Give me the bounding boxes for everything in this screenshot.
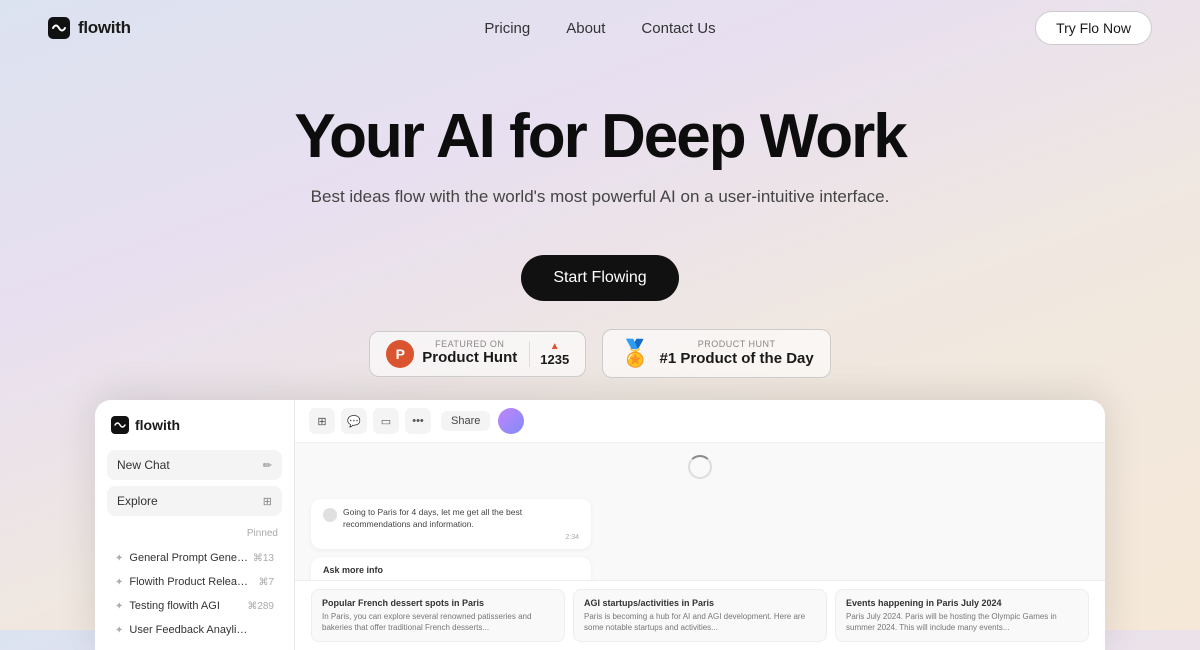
nav-links: Pricing About Contact Us (484, 20, 715, 37)
star-icon-1: ✦ (115, 577, 123, 588)
chat-bubble-user: Going to Paris for 4 days, let me get al… (311, 499, 591, 549)
app-main: ⊞ 💬 ▭ ••• Share Going to Paris for 4 day… (295, 400, 1105, 650)
product-hunt-badge[interactable]: P FEATURED ON Product Hunt ▲ 1235 (369, 331, 586, 377)
nav-pricing[interactable]: Pricing (484, 20, 530, 37)
bottom-card-2[interactable]: Events happening in Paris July 2024 Pari… (835, 589, 1089, 642)
hero-subtitle: Best ideas flow with the world's most po… (0, 187, 1200, 207)
bottom-cards: Popular French dessert spots in Paris In… (295, 580, 1105, 650)
chat-bubble-row-1: Going to Paris for 4 days, let me get al… (323, 507, 579, 541)
sidebar-item-count-0: ⌘13 (253, 553, 274, 564)
chat-bubble-content-1: Going to Paris for 4 days, let me get al… (343, 507, 579, 541)
sidebar-logo-text: flowith (135, 417, 180, 433)
sidebar-item-1[interactable]: ✦ Flowith Product Release Note... ⌘7 (107, 571, 282, 593)
product-hunt-name: Product Hunt (422, 350, 517, 367)
hero-title: Your AI for Deep Work (0, 104, 1200, 169)
badges-row: P FEATURED ON Product Hunt ▲ 1235 🏅 PROD… (0, 329, 1200, 378)
sidebar-item-left-0: ✦ General Prompt Generator (115, 552, 249, 564)
product-of-day-title: #1 Product of the Day (660, 350, 814, 368)
product-of-day-text: PRODUCT HUNT #1 Product of the Day (660, 339, 814, 368)
logo[interactable]: flowith (48, 17, 131, 39)
toolbar-grid-btn[interactable]: ⊞ (309, 408, 335, 434)
product-hunt-text: FEATURED ON Product Hunt (422, 340, 517, 366)
toolbar-chat-btn[interactable]: 💬 (341, 408, 367, 434)
sidebar-item-count-2: ⌘289 (247, 601, 274, 612)
user-avatar (498, 408, 524, 434)
sidebar-item-name-3: User Feedback Anaylizer (129, 624, 249, 636)
product-hunt-label: PRODUCT HUNT (660, 339, 814, 350)
chat-time-1: 2:34 (343, 534, 579, 541)
toolbar-view-btn[interactable]: ▭ (373, 408, 399, 434)
product-hunt-count: ▲ 1235 (529, 341, 569, 367)
nav-about[interactable]: About (566, 20, 605, 37)
loading-spinner (688, 455, 712, 479)
user-mini-avatar (323, 508, 337, 522)
try-flo-button[interactable]: Try Flo Now (1035, 11, 1152, 45)
card-title-0: Popular French dessert spots in Paris (322, 598, 554, 608)
sidebar-logo: flowith (107, 416, 282, 434)
new-chat-label: New Chat (117, 458, 170, 472)
app-sidebar: flowith New Chat ✏ Explore ⊞ Pinned ✦ Ge… (95, 400, 295, 650)
product-hunt-icon: P (386, 340, 414, 368)
bottom-card-0[interactable]: Popular French dessert spots in Paris In… (311, 589, 565, 642)
upvote-arrow: ▲ (550, 341, 560, 352)
chat-bubbles: Going to Paris for 4 days, let me get al… (311, 499, 1089, 580)
star-icon-0: ✦ (115, 553, 123, 564)
app-toolbar: ⊞ 💬 ▭ ••• Share (295, 400, 1105, 443)
sidebar-item-left-2: ✦ Testing flowith AGI (115, 600, 220, 612)
ask-title: Ask more info (323, 565, 579, 575)
explore-label: Explore (117, 494, 158, 508)
sidebar-item-left-1: ✦ Flowith Product Release Note... (115, 576, 249, 588)
nav-contact[interactable]: Contact Us (641, 20, 715, 37)
new-chat-button[interactable]: New Chat ✏ (107, 450, 282, 480)
bottom-card-1[interactable]: AGI startups/activities in Paris Paris i… (573, 589, 827, 642)
explore-icon: ⊞ (263, 495, 272, 508)
medal-icon: 🏅 (619, 338, 651, 369)
card-title-2: Events happening in Paris July 2024 (846, 598, 1078, 608)
sidebar-item-2[interactable]: ✦ Testing flowith AGI ⌘289 (107, 595, 282, 617)
hero-section: Your AI for Deep Work Best ideas flow wi… (0, 56, 1200, 378)
pinned-label: Pinned (107, 522, 282, 543)
star-icon-2: ✦ (115, 601, 123, 612)
chat-text-1: Going to Paris for 4 days, let me get al… (343, 507, 579, 531)
navbar: flowith Pricing About Contact Us Try Flo… (0, 0, 1200, 56)
ask-bubble: Ask more info Could you tell me what you… (311, 557, 591, 580)
product-of-day-badge[interactable]: 🏅 PRODUCT HUNT #1 Product of the Day (602, 329, 831, 378)
chat-area: Going to Paris for 4 days, let me get al… (295, 443, 1105, 580)
sidebar-item-count-1: ⌘7 (258, 577, 274, 588)
logo-text: flowith (78, 18, 131, 38)
sidebar-item-left-3: ✦ User Feedback Anaylizer (115, 624, 249, 636)
app-content: Going to Paris for 4 days, let me get al… (295, 443, 1105, 580)
sidebar-item-0[interactable]: ✦ General Prompt Generator ⌘13 (107, 547, 282, 569)
sidebar-item-name-0: General Prompt Generator (129, 552, 249, 564)
new-chat-icon: ✏ (263, 459, 272, 472)
explore-button[interactable]: Explore ⊞ (107, 486, 282, 516)
ask-text: Could you tell me what your preferences … (323, 579, 579, 580)
logo-icon (48, 17, 70, 39)
toolbar-more-btn[interactable]: ••• (405, 408, 431, 434)
sidebar-item-3[interactable]: ✦ User Feedback Anaylizer (107, 619, 282, 641)
sidebar-item-name-2: Testing flowith AGI (129, 600, 220, 612)
start-flowing-button[interactable]: Start Flowing (521, 255, 678, 301)
app-preview: flowith New Chat ✏ Explore ⊞ Pinned ✦ Ge… (95, 400, 1105, 650)
card-title-1: AGI startups/activities in Paris (584, 598, 816, 608)
sidebar-logo-icon (111, 416, 129, 434)
star-icon-3: ✦ (115, 625, 123, 636)
upvote-count: 1235 (540, 352, 569, 367)
share-button[interactable]: Share (441, 411, 490, 431)
sidebar-item-name-1: Flowith Product Release Note... (129, 576, 249, 588)
